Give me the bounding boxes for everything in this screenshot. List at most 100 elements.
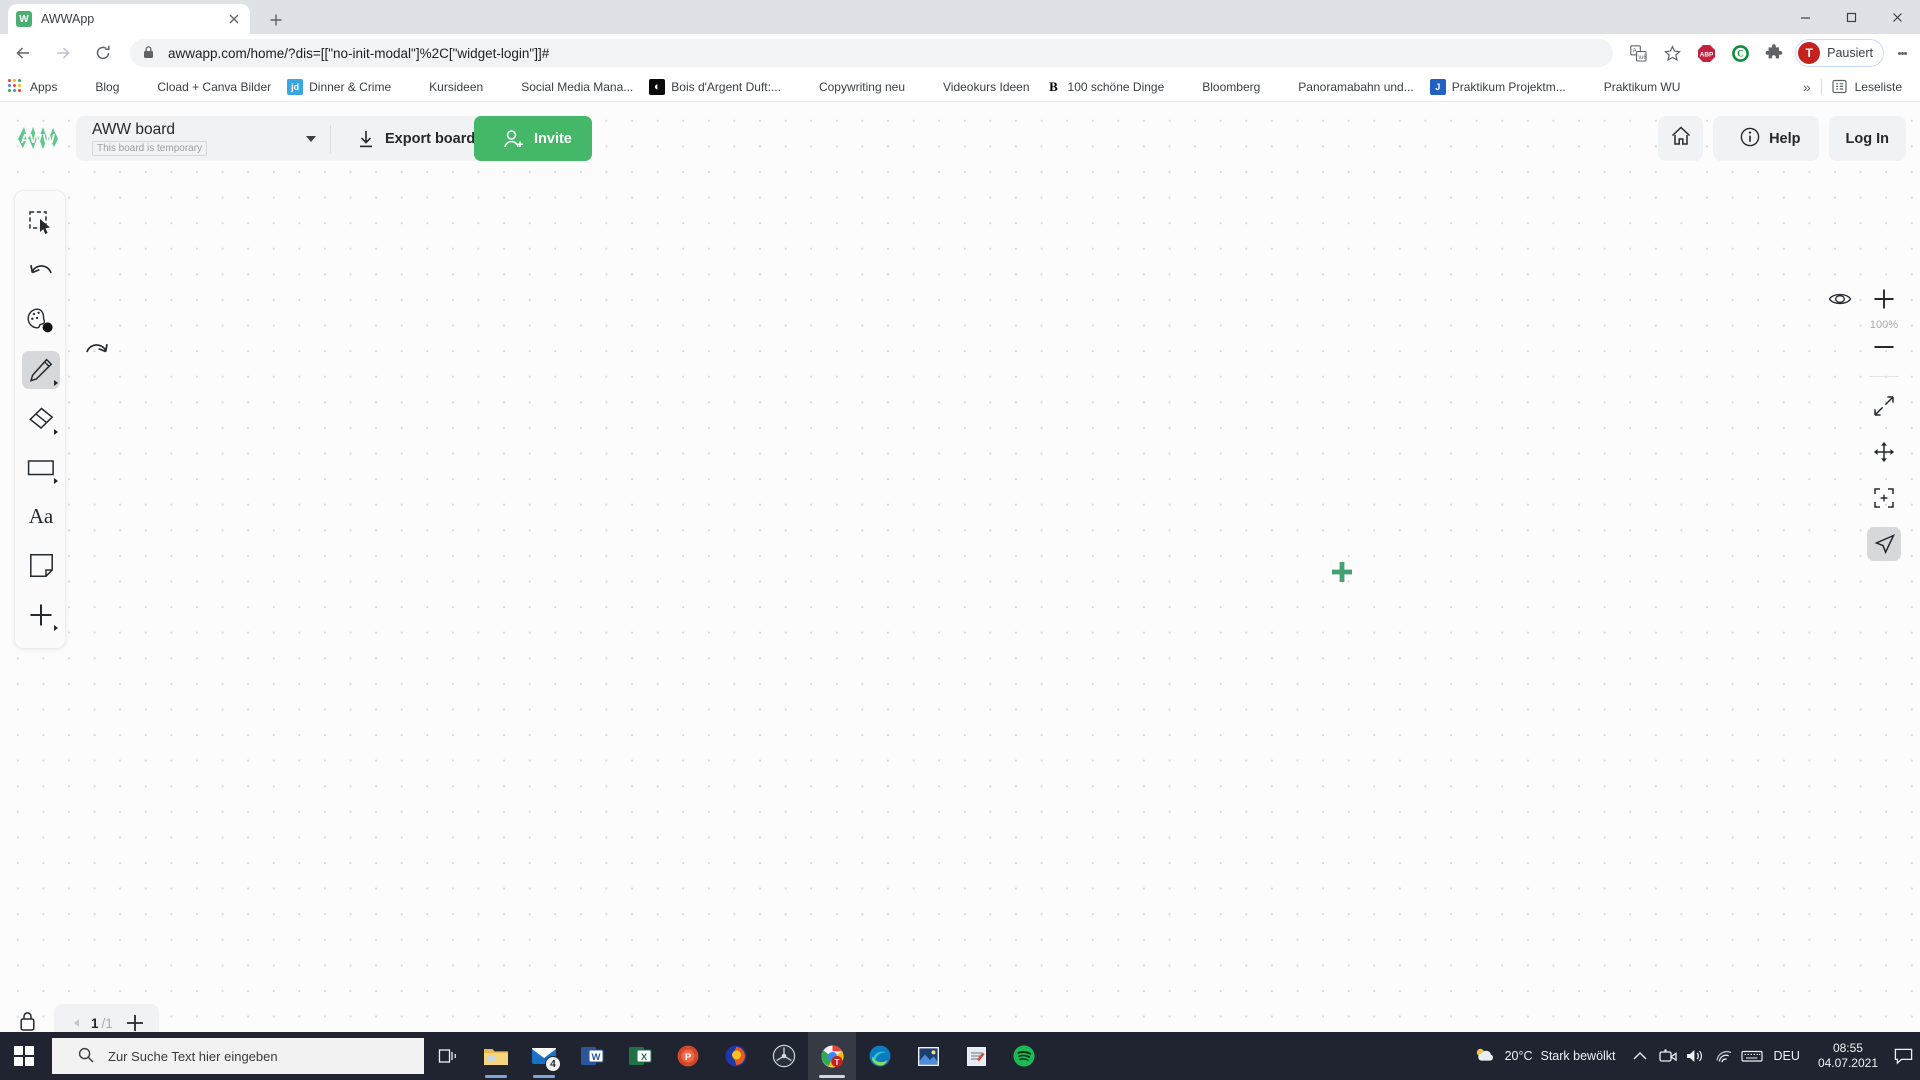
text-aa-icon: Aa	[28, 504, 54, 528]
windows-start-icon[interactable]	[0, 1032, 48, 1080]
login-label: Log In	[1845, 130, 1890, 147]
reading-list-button[interactable]: Leseliste	[1822, 79, 1910, 95]
clock[interactable]: 08:55 04.07.2021	[1810, 1041, 1886, 1071]
taskbar-app-powerpoint[interactable]: P	[664, 1032, 712, 1080]
speaker-icon[interactable]	[1682, 1032, 1710, 1080]
pointer-navigate-button[interactable]	[1862, 521, 1906, 567]
forward-arrow-icon[interactable]	[46, 36, 80, 70]
taskbar-app-excel[interactable]: X	[616, 1032, 664, 1080]
login-button[interactable]: Log In	[1828, 116, 1906, 161]
taskbar-app-obs-studio[interactable]	[760, 1032, 808, 1080]
aww-logo[interactable]: AWW	[14, 119, 62, 157]
color-palette-tool[interactable]	[15, 296, 67, 345]
add-page-button[interactable]	[121, 1013, 149, 1033]
chevron-down-icon[interactable]	[298, 135, 324, 143]
dior-favicon: ◐	[649, 78, 666, 95]
export-board-label: Export board	[385, 130, 476, 147]
invite-button[interactable]: Invite	[474, 116, 592, 161]
svg-text:\u6587: \u6587	[1638, 54, 1647, 60]
taskbar-app-edge[interactable]	[856, 1032, 904, 1080]
previous-page-button[interactable]	[64, 1019, 88, 1027]
app-header: AWW AWW board This board is temporary Ex…	[0, 102, 1920, 174]
help-label: Help	[1769, 130, 1801, 147]
chevron-up-icon[interactable]	[1626, 1032, 1654, 1080]
close-window-button[interactable]	[1874, 0, 1920, 34]
extension-c-icon[interactable]: C	[1725, 38, 1755, 68]
board-selector[interactable]: AWW board This board is temporary	[76, 121, 298, 156]
pan-button[interactable]	[1862, 429, 1906, 475]
translate-icon[interactable]: A \u6587	[1623, 38, 1653, 68]
maximize-window-button[interactable]	[1828, 0, 1874, 34]
bookmark-bloomberg[interactable]: Bloomberg	[1172, 75, 1268, 99]
back-arrow-icon[interactable]	[6, 36, 40, 70]
zoom-in-button[interactable]	[1862, 284, 1906, 318]
bookmark-social-media-management[interactable]: Social Media Mana...	[491, 75, 641, 99]
minimize-window-button[interactable]	[1782, 0, 1828, 34]
address-bar[interactable]: awwapp.com/home/?dis=[["no-init-modal"]%…	[130, 39, 1614, 67]
home-button[interactable]	[1658, 116, 1704, 161]
redo-button[interactable]	[84, 340, 110, 366]
undo-tool[interactable]	[15, 247, 67, 296]
add-user-icon	[503, 129, 525, 149]
export-board-button[interactable]: Export board	[337, 116, 493, 161]
bookmark-100-schoene-dinge[interactable]: B 100 schöne Dinge	[1038, 75, 1173, 99]
profile-button[interactable]: T Pausiert	[1795, 39, 1884, 67]
notification-bubble-icon[interactable]	[1886, 1032, 1920, 1080]
shape-tool[interactable]	[15, 443, 67, 492]
bookmark-label: 100 schöne Dinge	[1067, 79, 1165, 94]
bookmark-kursideen[interactable]: Kursideen	[399, 75, 491, 99]
add-more-tool[interactable]	[15, 590, 67, 639]
three-dot-menu-icon[interactable]	[1888, 38, 1916, 68]
eraser-tool[interactable]	[15, 394, 67, 443]
bookmark-label: Praktikum WU	[1603, 79, 1681, 94]
taskbar-app-chrome[interactable]: T	[808, 1032, 856, 1080]
taskbar-app-spotify[interactable]	[1000, 1032, 1048, 1080]
taskbar-app-file-explorer[interactable]	[472, 1032, 520, 1080]
taskbar-app-mail[interactable]: 4	[520, 1032, 568, 1080]
adblock-plus-extension-icon[interactable]: ABP	[1691, 38, 1721, 68]
target-frame-plus-icon	[1867, 481, 1901, 515]
new-tab-button[interactable]	[262, 8, 290, 32]
puzzle-icon[interactable]	[1759, 38, 1789, 68]
close-icon[interactable]	[226, 11, 242, 27]
help-button[interactable]: Help	[1713, 116, 1819, 161]
bookmark-copywriting-neu[interactable]: Copywriting neu	[789, 75, 913, 99]
visibility-toggle-button[interactable]	[1828, 291, 1852, 312]
text-tool[interactable]: Aa	[15, 492, 67, 541]
bookmark-bois-dargent[interactable]: ◐ Bois d'Argent Duft:...	[641, 75, 789, 99]
focus-center-button[interactable]	[1862, 475, 1906, 521]
camera-icon[interactable]	[1654, 1032, 1682, 1080]
bookmark-label: Kursideen	[429, 79, 484, 94]
bookmark-praktikum-wu[interactable]: Praktikum WU	[1574, 75, 1689, 99]
search-input[interactable]: Zur Suche Text hier eingeben	[52, 1038, 424, 1074]
bookmark-praktikum-projektmanagement[interactable]: J Praktikum Projektm...	[1422, 75, 1574, 99]
divider	[1869, 376, 1899, 377]
bookmark-cload-canva-bilder[interactable]: Cload + Canva Bilder	[127, 75, 279, 99]
bookmark-dinner-crime[interactable]: jd Dinner & Crime	[279, 75, 399, 99]
star-icon[interactable]	[1657, 38, 1687, 68]
taskbar-app-word[interactable]: W	[568, 1032, 616, 1080]
weather-widget[interactable]: 20°C Stark bewölkt	[1455, 1046, 1626, 1067]
select-tool[interactable]	[15, 198, 67, 247]
wifi-icon[interactable]	[1710, 1032, 1738, 1080]
taskbar-app-document[interactable]	[952, 1032, 1000, 1080]
language-indicator[interactable]: DEU	[1766, 1049, 1810, 1063]
bookmark-label: Bois d'Argent Duft:...	[671, 79, 781, 94]
task-view-icon[interactable]	[424, 1032, 472, 1080]
minus-icon	[1873, 336, 1895, 363]
taskbar-app-photo-editor[interactable]	[904, 1032, 952, 1080]
reload-icon[interactable]	[86, 36, 120, 70]
browser-tab[interactable]: W AWWApp	[8, 4, 250, 34]
bookmark-videokurs-ideen[interactable]: Videokurs Ideen	[913, 75, 1038, 99]
taskbar-app-firefox[interactable]	[712, 1032, 760, 1080]
bookmark-blog[interactable]: Blog	[65, 75, 127, 99]
sticky-note-tool[interactable]	[15, 541, 67, 590]
zoom-out-button[interactable]	[1862, 332, 1906, 366]
bookmark-panoramabahn[interactable]: Panoramabahn und...	[1268, 75, 1421, 99]
pencil-tool[interactable]	[15, 345, 67, 394]
whiteboard-canvas[interactable]: AWW AWW board This board is temporary Ex…	[0, 102, 1920, 1059]
bookmark-apps[interactable]: Apps	[0, 75, 65, 99]
fit-screen-button[interactable]	[1862, 383, 1906, 429]
chevron-double-right-icon[interactable]: »	[1793, 79, 1821, 95]
keyboard-icon[interactable]	[1738, 1032, 1766, 1080]
